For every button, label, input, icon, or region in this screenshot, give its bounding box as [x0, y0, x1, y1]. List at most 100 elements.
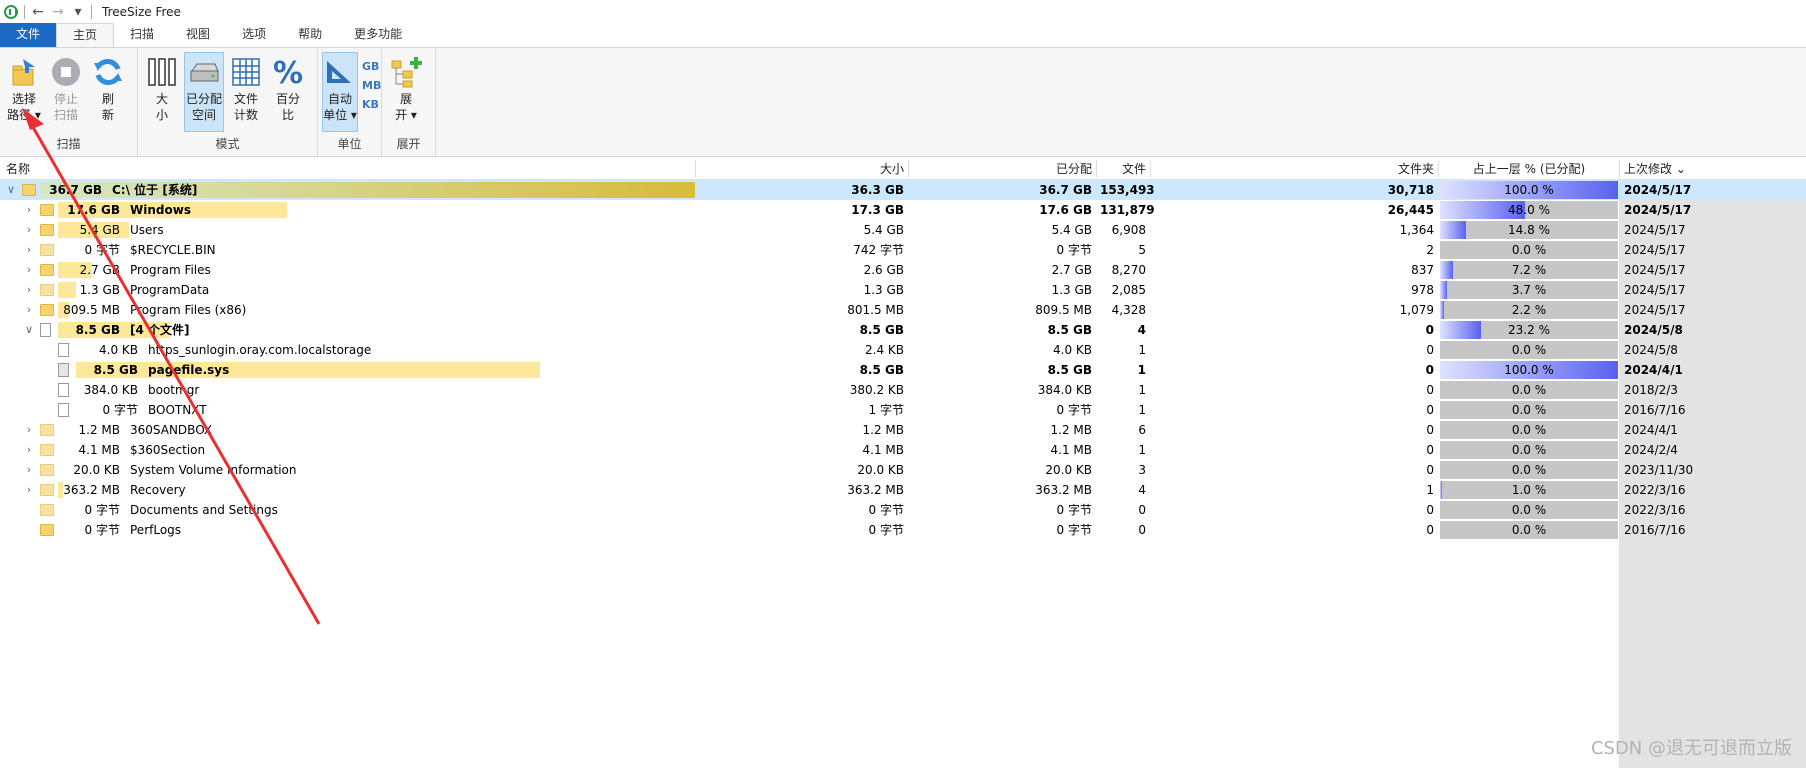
auto-unit-button[interactable]: 自动 单位 ▾ [322, 52, 358, 132]
row-modified-date: 2024/4/1 [1624, 423, 1678, 437]
tree-row[interactable]: › 20.0 KB System Volume Information 20.0 KB… [0, 460, 1806, 480]
back-arrow-icon[interactable]: ← [31, 4, 45, 20]
mode-size-button[interactable]: 大 小 [142, 52, 182, 132]
expand-chevron-icon[interactable]: › [22, 460, 36, 480]
tree-row[interactable]: › 1.2 MB 360SANDBOX 1.2 MB 1.2 MB 6 0 0.0 % 2024… [0, 420, 1806, 440]
row-allocated: 809.5 MB [1035, 303, 1092, 317]
tree-row[interactable]: 0 字节 Documents and Settings 0 字节 0 字节 0 0 0.0 … [0, 500, 1806, 520]
mode-allocated-button[interactable]: 已分配 空间 [184, 52, 224, 132]
percent-label: 0.0 % [1511, 403, 1547, 417]
column-files[interactable]: 文件 [1100, 158, 1146, 180]
percent-bar: 7.2 % [1440, 261, 1618, 279]
percent-bar: 0.0 % [1440, 521, 1618, 539]
tree-row[interactable]: › 2.7 GB Program Files 2.6 GB 2.7 GB 8,270 837… [0, 260, 1806, 280]
tab-home[interactable]: 主页 [56, 23, 115, 47]
row-size-label: 384.0 KB [83, 383, 138, 397]
column-separator[interactable] [908, 160, 909, 178]
tree-row[interactable]: 384.0 KB bootmgr 380.2 KB 384.0 KB 1 0 0.0 % 20… [0, 380, 1806, 400]
expand-chevron-icon[interactable]: › [22, 440, 36, 460]
expand-chevron-icon[interactable]: › [22, 300, 36, 320]
tree-row[interactable]: 0 字节 PerfLogs 0 字节 0 字节 0 0 0.0 % 2016/7/16 [0, 520, 1806, 540]
row-name: Documents and Settings [130, 503, 278, 517]
expand-tree-icon [391, 57, 422, 88]
row-modified-date: 2024/2/4 [1624, 443, 1678, 457]
column-separator[interactable] [1150, 160, 1151, 178]
percent-label: 0.0 % [1511, 503, 1547, 517]
tree-row[interactable]: › 809.5 MB Program Files (x86) 801.5 MB 809.… [0, 300, 1806, 320]
row-modified-date: 2023/11/30 [1624, 463, 1694, 477]
tab-help[interactable]: 帮助 [282, 23, 338, 47]
row-folders: 0 [1426, 383, 1434, 397]
column-size[interactable]: 大小 [700, 158, 904, 180]
tree-row[interactable]: ∨ 8.5 GB [4 个文件] 8.5 GB 8.5 GB 4 0 23.2 % 2024/5… [0, 320, 1806, 340]
column-allocated[interactable]: 已分配 [912, 158, 1092, 180]
folder-icon [40, 304, 54, 316]
tree-row[interactable]: › 5.4 GB Users 5.4 GB 5.4 GB 6,908 1,364 14.8 %… [0, 220, 1806, 240]
row-modified-date: 2024/5/8 [1624, 323, 1683, 337]
expand-chevron-icon[interactable]: › [22, 260, 36, 280]
column-separator[interactable] [695, 160, 696, 178]
tree-row[interactable]: › 4.1 MB $360Section 4.1 MB 4.1 MB 1 0 0.0 % 202… [0, 440, 1806, 460]
collapse-chevron-icon[interactable]: ∨ [22, 320, 36, 340]
tree-row[interactable]: › 1.3 GB ProgramData 1.3 GB 1.3 GB 2,085 978 3.… [0, 280, 1806, 300]
row-modified-date: 2024/5/17 [1624, 283, 1686, 297]
tree-row[interactable]: › 17.6 GB Windows 17.3 GB 17.6 GB 131,879 26,4… [0, 200, 1806, 220]
stop-scan-button[interactable]: 停止 扫描 [46, 52, 86, 132]
column-modified[interactable]: 上次修改 ⌄ [1624, 158, 1686, 180]
mode-file-count-button[interactable]: 文件 计数 [226, 52, 266, 132]
tab-view[interactable]: 视图 [170, 23, 226, 47]
folder-icon [22, 184, 36, 196]
file-icon [40, 323, 51, 337]
tab-file[interactable]: 文件 [0, 23, 57, 47]
column-separator[interactable] [1619, 160, 1620, 178]
mode-percent-button[interactable]: % 百分 比 [268, 52, 308, 132]
row-name: PerfLogs [130, 523, 182, 537]
expand-chevron-icon[interactable]: › [22, 200, 36, 220]
tree-row[interactable]: ∨ 36.7 GB C:\ 位于 [系统] 36.3 GB 36.7 GB 153,493… [0, 180, 1806, 200]
quick-access-dropdown-icon[interactable]: ▾ [71, 4, 85, 20]
tab-options[interactable]: 选项 [226, 23, 282, 47]
expand-chevron-icon[interactable]: › [22, 220, 36, 240]
unit-kb-button[interactable]: KB [362, 98, 381, 111]
row-size: 1 字节 [868, 403, 904, 417]
percent-bar: 0.0 % [1440, 441, 1618, 459]
expand-chevron-icon[interactable]: › [22, 480, 36, 500]
row-name: https_sunlogin.oray.com.localstorage [148, 343, 372, 357]
row-allocated: 0 字节 [1056, 523, 1092, 537]
row-size-label: 0 字节 [84, 243, 120, 257]
unit-mb-button[interactable]: MB [362, 79, 381, 92]
row-size-label: 0 字节 [102, 403, 138, 417]
row-modified-date: 2024/5/17 [1624, 243, 1686, 257]
column-folders[interactable]: 文件夹 [1154, 158, 1434, 180]
tab-scan[interactable]: 扫描 [114, 23, 170, 47]
select-path-button[interactable]: 选择 路径 ▾ [4, 52, 44, 132]
unit-gb-button[interactable]: GB [362, 60, 381, 73]
collapse-chevron-icon[interactable]: ∨ [4, 180, 18, 200]
column-separator[interactable] [1438, 160, 1439, 178]
tree-row[interactable]: 0 字节 BOOTNXT 1 字节 0 字节 1 0 0.0 % 2016/7/16 [0, 400, 1806, 420]
tree-row[interactable]: › 0 字节 $RECYCLE.BIN 742 字节 0 字节 5 2 0.0 % 2024/5… [0, 240, 1806, 260]
percent-label: 23.2 % [1508, 323, 1550, 337]
row-modified-date: 2024/5/17 [1624, 183, 1692, 197]
row-folders: 0 [1426, 523, 1434, 537]
tree-row[interactable]: › 363.2 MB Recovery 363.2 MB 363.2 MB 4 1 1.0 %… [0, 480, 1806, 500]
tab-more[interactable]: 更多功能 [338, 23, 418, 47]
column-percent[interactable]: 占上一层 % (已分配) [1440, 158, 1618, 180]
forward-arrow-icon[interactable]: → [51, 4, 65, 20]
row-files: 8,270 [1111, 263, 1146, 277]
expand-chevron-icon[interactable]: › [22, 280, 36, 300]
row-size: 801.5 MB [847, 303, 904, 317]
expand-chevron-icon[interactable]: › [22, 420, 36, 440]
percent-label: 3.7 % [1511, 283, 1547, 297]
refresh-button[interactable]: 刷 新 [88, 52, 128, 132]
expand-button[interactable]: 展 开 ▾ [386, 52, 426, 132]
group-label-mode: 模式 [215, 137, 240, 151]
row-name: Program Files (x86) [130, 303, 247, 317]
tree-row[interactable]: 8.5 GB pagefile.sys 8.5 GB 8.5 GB 1 0 100.0 % 2… [0, 360, 1806, 380]
column-name[interactable]: 名称 [6, 158, 30, 180]
tree-row[interactable]: 4.0 KB https_sunlogin.oray.com.localstora… [0, 340, 1806, 360]
expand-chevron-icon[interactable]: › [22, 240, 36, 260]
column-separator[interactable] [1096, 160, 1097, 178]
folder-icon [40, 204, 54, 216]
row-folders: 0 [1426, 503, 1434, 517]
